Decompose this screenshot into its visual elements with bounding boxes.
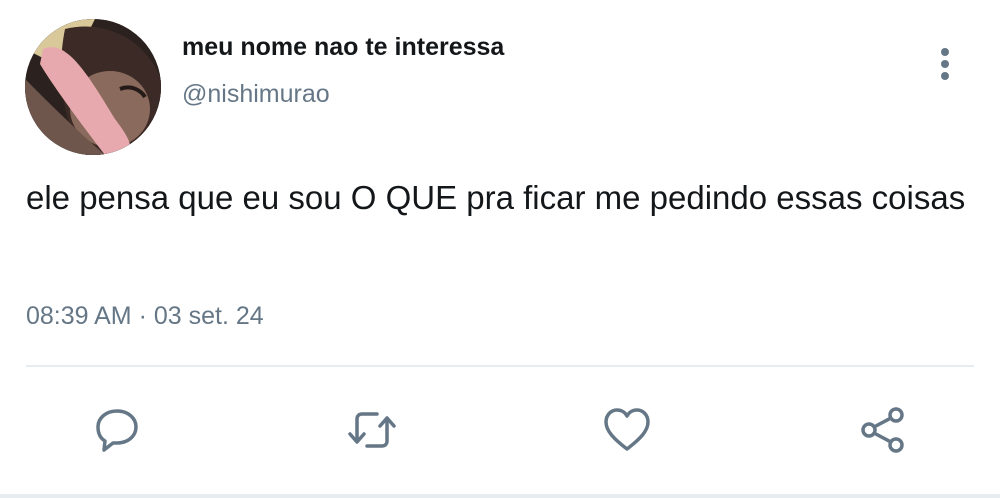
more-dot-icon <box>941 72 949 80</box>
heart-icon <box>604 408 650 451</box>
like-button[interactable] <box>600 403 654 457</box>
display-name[interactable]: meu nome nao te interessa <box>182 33 504 62</box>
tweet-timestamp[interactable]: 08:39 AM · 03 set. 24 <box>26 302 264 331</box>
retweet-icon <box>348 412 396 448</box>
bottom-border <box>0 494 1000 498</box>
tweet-time: 08:39 AM <box>26 302 132 330</box>
tweet-text: ele pensa que eu sou O QUE pra ficar me … <box>26 179 966 216</box>
user-handle[interactable]: @nishimurao <box>182 80 330 109</box>
avatar-photo <box>25 19 161 155</box>
share-icon <box>861 407 904 453</box>
reply-icon <box>96 409 138 452</box>
tweet-card: meu nome nao te interessa @nishimurao el… <box>0 0 1000 498</box>
meta-separator: · <box>138 302 147 330</box>
divider <box>26 365 974 367</box>
share-button[interactable] <box>856 403 910 457</box>
more-options-button[interactable] <box>930 44 960 84</box>
tweet-date: 03 set. 24 <box>153 302 264 330</box>
avatar[interactable] <box>25 19 161 155</box>
more-dot-icon <box>941 48 949 56</box>
reply-button[interactable] <box>90 403 144 457</box>
more-dot-icon <box>941 60 949 68</box>
retweet-button[interactable] <box>345 403 399 457</box>
